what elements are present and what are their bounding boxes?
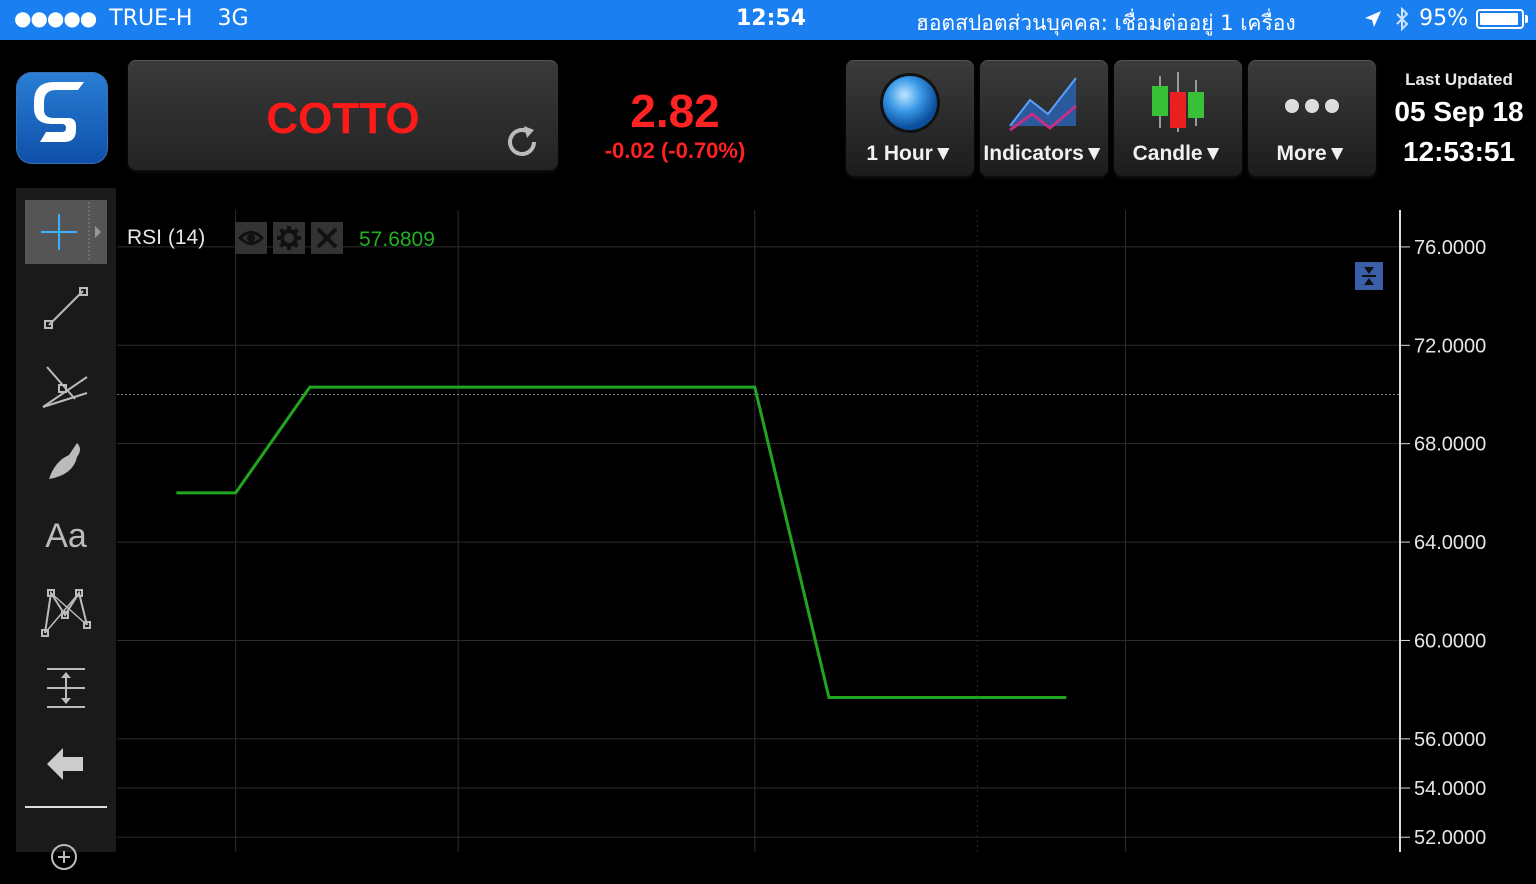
last-updated: Last Updated 05 Sep 18 12:53:51	[1384, 70, 1534, 168]
indicator-settings-button[interactable]	[273, 222, 305, 254]
zoom-in-icon	[46, 839, 86, 879]
indicators-label: Indicators▼	[980, 142, 1108, 166]
brush-tool[interactable]	[25, 428, 107, 492]
chart-type-button[interactable]: Candle▼	[1114, 60, 1242, 176]
y-tick-label: 68.0000	[1414, 434, 1486, 456]
y-tick-label: 54.0000	[1414, 778, 1486, 800]
measure-icon	[41, 663, 91, 713]
status-time: 12:54	[0, 6, 1536, 31]
indicator-value: 57.6809	[359, 228, 435, 252]
zoom-in-tool[interactable]	[25, 820, 107, 884]
indicator-remove-button[interactable]	[311, 222, 343, 254]
price-change: -0.02 (-0.70%)	[590, 138, 760, 164]
indicators-chart-icon	[1006, 70, 1082, 136]
indicator-name: RSI (14)	[127, 226, 205, 250]
fibonacci-tool[interactable]	[25, 352, 107, 416]
last-price: 2.82	[590, 84, 760, 138]
collapse-arrows-icon	[1360, 265, 1378, 287]
eye-icon	[238, 225, 264, 251]
line-tool[interactable]	[25, 276, 107, 340]
gear-icon	[276, 225, 302, 251]
logo-icon	[16, 72, 108, 164]
globe-icon	[877, 70, 943, 136]
interval-label: 1 Hour▼	[846, 142, 974, 166]
header: COTTO 2.82 -0.02 (-0.70%) 1 Hour▼ Indica…	[0, 40, 1536, 188]
brush-icon	[41, 435, 91, 485]
candlestick-icon	[1146, 70, 1210, 136]
symbol-selector[interactable]: COTTO	[128, 60, 558, 170]
y-tick-label: 76.0000	[1414, 237, 1486, 259]
indicator-visibility-button[interactable]	[235, 222, 267, 254]
back-arrow-icon	[41, 739, 91, 789]
indicators-button[interactable]: Indicators▼	[980, 60, 1108, 176]
fibonacci-icon	[39, 357, 93, 411]
sidebar-divider	[25, 806, 107, 808]
drawing-tools-sidebar: Aa	[16, 188, 116, 852]
last-updated-time: 12:53:51	[1384, 136, 1534, 168]
stock-symbol: COTTO	[128, 94, 558, 144]
more-button[interactable]: More▼	[1248, 60, 1376, 176]
location-arrow-icon	[1363, 9, 1383, 29]
last-updated-label: Last Updated	[1384, 70, 1534, 90]
rsi-chart[interactable]: 76.0000 72.0000 68.0000 64.0000 60.0000 56.00…	[117, 188, 1536, 852]
last-updated-date: 05 Sep 18	[1384, 96, 1534, 128]
more-dots-icon	[1282, 70, 1342, 136]
y-tick-label: 60.0000	[1414, 630, 1486, 652]
crosshair-icon	[25, 200, 107, 264]
refresh-icon[interactable]	[502, 122, 542, 162]
y-tick-label: 64.0000	[1414, 532, 1486, 554]
text-icon: Aa	[45, 517, 87, 556]
pattern-icon	[39, 585, 93, 639]
y-tick-label: 52.0000	[1414, 827, 1486, 849]
line-icon	[41, 283, 91, 333]
collapse-panel-button[interactable]	[1355, 262, 1383, 290]
y-tick-label: 72.0000	[1414, 335, 1486, 357]
chart-type-label: Candle▼	[1114, 142, 1242, 166]
measure-tool[interactable]	[25, 656, 107, 720]
pattern-tool[interactable]	[25, 580, 107, 644]
hotspot-status: ฮอตสปอตส่วนบุคคล: เชื่อมต่ออยู่ 1 เครื่อ…	[916, 7, 1296, 40]
status-bar: ●●●●● TRUE-H 3G 12:54 ฮอตสปอตส่วนบุคคล: …	[0, 0, 1536, 40]
back-tool[interactable]	[25, 732, 107, 796]
y-tick-label: 56.0000	[1414, 729, 1486, 751]
crosshair-tool[interactable]	[25, 200, 107, 264]
bluetooth-icon	[1395, 7, 1409, 31]
more-label: More▼	[1248, 142, 1376, 166]
battery-icon	[1476, 9, 1524, 29]
battery-percent: 95%	[1419, 6, 1468, 31]
rsi-chart-svg[interactable]: 76.0000 72.0000 68.0000 64.0000 60.0000 56.00…	[117, 188, 1536, 852]
text-tool[interactable]: Aa	[25, 504, 107, 568]
app-logo[interactable]	[16, 72, 108, 164]
status-right: 95%	[1363, 6, 1524, 31]
close-icon	[315, 226, 339, 250]
interval-button[interactable]: 1 Hour▼	[846, 60, 974, 176]
